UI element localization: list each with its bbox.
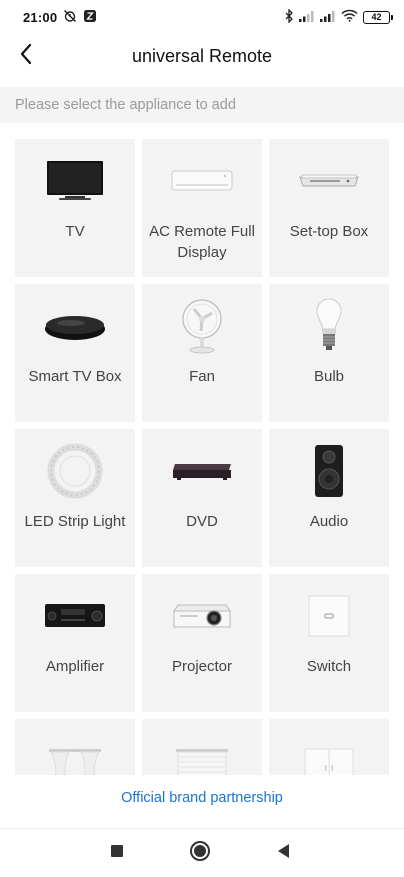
signal-icon bbox=[299, 10, 315, 25]
appliance-label: TV bbox=[65, 223, 85, 240]
appliance-tile-set-top-box[interactable]: Set-top Box bbox=[269, 139, 389, 277]
appliance-label: LED Strip Light bbox=[24, 513, 126, 530]
home-button[interactable] bbox=[189, 840, 211, 867]
back-triangle-icon bbox=[276, 843, 290, 864]
set-top-box-icon bbox=[269, 139, 389, 213]
curtain-icon bbox=[15, 719, 135, 775]
status-right: 42 bbox=[284, 7, 393, 26]
appliance-tile-blinds[interactable] bbox=[142, 719, 262, 775]
wifi-icon bbox=[341, 9, 358, 25]
appliance-label: Fan bbox=[189, 368, 215, 385]
status-left: 21:00 bbox=[23, 9, 97, 26]
appliance-tile-fan[interactable]: Fan bbox=[142, 284, 262, 422]
appliance-label: Smart TV Box bbox=[28, 368, 122, 385]
official-brand-partnership-link[interactable]: Official brand partnership bbox=[0, 790, 404, 806]
back-button[interactable] bbox=[10, 40, 42, 72]
appliance-tile-bulb[interactable]: Bulb bbox=[269, 284, 389, 422]
appliance-label: AC Remote Full Display bbox=[149, 223, 255, 261]
appliance-label: Switch bbox=[306, 658, 352, 675]
subtitle-bar: Please select the appliance to add bbox=[0, 87, 404, 123]
app-notification-icon bbox=[83, 9, 97, 26]
signal-icon bbox=[320, 10, 336, 25]
fan-icon bbox=[142, 284, 262, 358]
speaker-icon bbox=[269, 429, 389, 503]
appliance-tile-projector[interactable]: Projector bbox=[142, 574, 262, 712]
cabinet-icon bbox=[269, 719, 389, 775]
status-time: 21:00 bbox=[23, 9, 58, 25]
appliance-label: DVD bbox=[186, 513, 218, 530]
battery-icon: 42 bbox=[363, 10, 393, 24]
air-conditioner-icon bbox=[142, 139, 262, 213]
recents-button[interactable] bbox=[106, 842, 128, 864]
projector-icon bbox=[142, 574, 262, 648]
appliance-grid: TV AC Remote Full Display Set-top Box Sm… bbox=[15, 139, 389, 775]
appliance-tile-led-strip[interactable]: LED Strip Light bbox=[15, 429, 135, 567]
led-strip-icon bbox=[15, 429, 135, 503]
status-bar: 21:00 42 bbox=[0, 0, 404, 34]
switch-icon bbox=[269, 574, 389, 648]
appliance-tile-dvd[interactable]: DVD bbox=[142, 429, 262, 567]
battery-level: 42 bbox=[371, 12, 382, 22]
back-arrow-icon bbox=[19, 43, 33, 70]
nav-back-button[interactable] bbox=[272, 842, 294, 864]
recents-square-icon bbox=[110, 844, 124, 863]
appliance-tile-smart-tv-box[interactable]: Smart TV Box bbox=[15, 284, 135, 422]
appliance-tile-audio[interactable]: Audio bbox=[269, 429, 389, 567]
dvd-icon bbox=[142, 429, 262, 503]
appliance-label: Audio bbox=[309, 513, 349, 530]
appliance-tile-ac[interactable]: AC Remote Full Display bbox=[142, 139, 262, 277]
system-nav-bar bbox=[0, 829, 404, 877]
bulb-icon bbox=[269, 284, 389, 358]
amplifier-icon bbox=[15, 574, 135, 648]
alarm-off-icon bbox=[63, 9, 77, 26]
appliance-tile-tv[interactable]: TV bbox=[15, 139, 135, 277]
header: universal Remote bbox=[0, 34, 404, 78]
appliance-grid-scroll[interactable]: TV AC Remote Full Display Set-top Box Sm… bbox=[0, 139, 404, 775]
blinds-icon bbox=[142, 719, 262, 775]
subtitle-text: Please select the appliance to add bbox=[15, 97, 236, 113]
page-title: universal Remote bbox=[131, 45, 273, 66]
bluetooth-icon bbox=[284, 7, 294, 26]
appliance-tile-switch[interactable]: Switch bbox=[269, 574, 389, 712]
tv-icon bbox=[15, 139, 135, 213]
smart-tv-box-icon bbox=[15, 284, 135, 358]
appliance-label: Set-top Box bbox=[289, 223, 369, 240]
home-circle-icon bbox=[189, 840, 211, 867]
appliance-label: Bulb bbox=[313, 368, 345, 385]
appliance-tile-amplifier[interactable]: Amplifier bbox=[15, 574, 135, 712]
appliance-tile-curtain[interactable] bbox=[15, 719, 135, 775]
appliance-label: Projector bbox=[171, 658, 233, 675]
appliance-label: Amplifier bbox=[45, 658, 105, 675]
appliance-tile-cabinet[interactable] bbox=[269, 719, 389, 775]
